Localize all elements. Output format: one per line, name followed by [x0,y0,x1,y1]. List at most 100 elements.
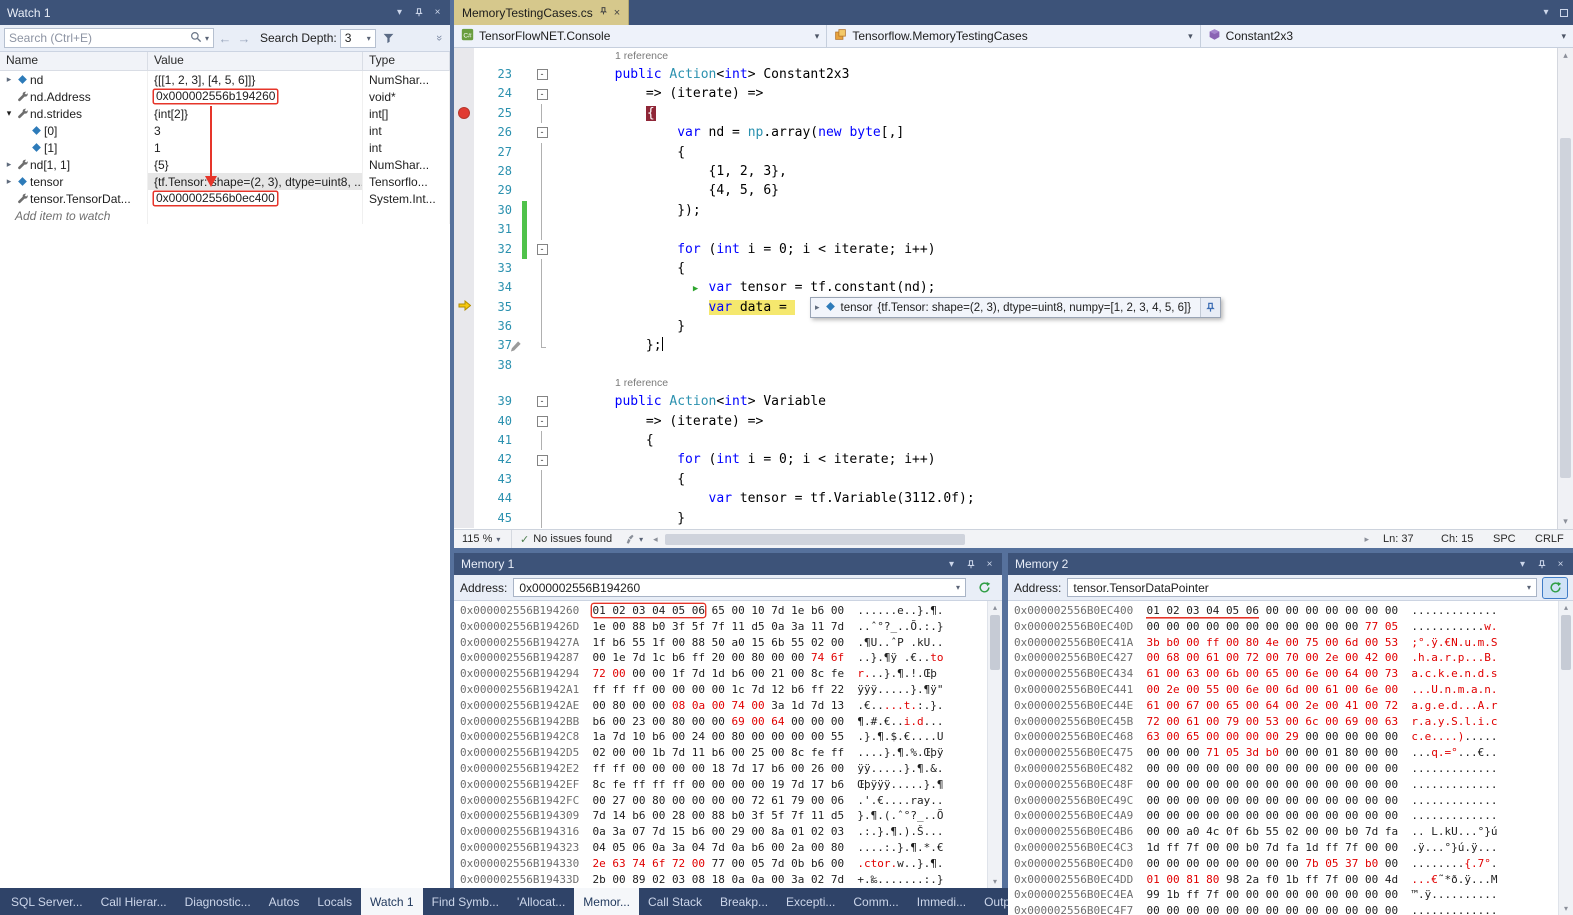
window-options-icon[interactable] [1555,0,1573,25]
code-text[interactable]: public Action<int> Variable [552,392,1557,411]
collapse-icon[interactable]: ▾ [3,108,15,119]
breakpoint-margin[interactable] [454,84,474,103]
outlining-margin[interactable] [532,181,552,200]
tool-window-tab[interactable]: Memor... [574,888,639,915]
method-dropdown[interactable]: Constant2x3 ▾ [1201,25,1573,47]
breakpoint-margin[interactable] [454,278,474,297]
memory-row[interactable]: 0x000002556B1942C8 1a 7d 10 b6 00 24 00 … [460,729,987,745]
watch-row[interactable]: ▸tensor{tf.Tensor: shape=(2, 3), dtype=u… [0,173,450,190]
code-text[interactable]: for (int i = 0; i < iterate; i++) [552,240,1557,259]
code-text[interactable]: { [552,431,1557,450]
watch-row[interactable]: nd.Address0x000002556b194260void* [0,88,450,105]
tool-window-tab[interactable]: SQL Server... [2,888,92,915]
memory-row[interactable]: 0x000002556B194330 2e 63 74 6f 72 00 77 … [460,856,987,872]
code-text[interactable]: => (iterate) => [552,84,1557,103]
chevron-down-icon[interactable]: ▾ [1527,583,1531,592]
scroll-left-icon[interactable]: ◂ [653,530,658,548]
memory-1-title-bar[interactable]: Memory 1 ▾ × [454,553,1002,575]
editor-vertical-scrollbar[interactable]: ▴ ▾ [1557,48,1573,529]
outlining-margin[interactable]: - [532,123,552,142]
pin-icon[interactable] [410,5,427,21]
watch-value-cell[interactable]: {[[1, 2, 3], [4, 5, 6]]} [148,71,363,88]
memory-row[interactable]: 0x000002556B0EC441 00 2e 00 55 00 6e 00 … [1014,682,1558,698]
code-text[interactable]: public Action<int> Constant2x3 [552,65,1557,84]
breakpoint-margin[interactable] [454,104,474,123]
watch-add-row[interactable]: Add item to watch [0,207,450,224]
scroll-down-icon[interactable]: ▾ [988,877,1002,886]
outlining-margin[interactable] [532,143,552,162]
watch-name-cell[interactable]: nd.Address [0,88,148,105]
window-menu-icon[interactable]: ▾ [391,5,408,21]
memory-row[interactable]: 0x000002556B194309 7d 14 b6 00 28 00 88 … [460,808,987,824]
project-dropdown[interactable]: C# TensorFlowNET.Console ▾ [454,25,827,47]
watch-value-cell[interactable]: 0x000002556b0ec400 [148,190,363,207]
outline-collapse-icon[interactable]: - [537,244,548,255]
watch-row[interactable]: ▾nd.strides{int[2]}int[] [0,105,450,122]
tool-window-tab[interactable]: Locals [308,888,361,915]
breakpoint-margin[interactable] [454,259,474,278]
memory-row[interactable]: 0x000002556B0EC4B6 00 00 a0 4c 0f 6b 55 … [1014,824,1558,840]
watch-name-cell[interactable]: [0] [0,122,148,139]
watch-name-cell[interactable]: ▾nd.strides [0,105,148,122]
memory-row[interactable]: 0x000002556B0EC400 01 02 03 04 05 06 00 … [1014,603,1558,619]
expand-icon[interactable]: ▸ [3,159,15,170]
refresh-icon[interactable] [1543,578,1567,598]
scroll-down-icon[interactable]: ▾ [1559,904,1573,913]
watch-value-cell[interactable]: 1 [148,139,363,156]
breakpoint-margin[interactable] [454,220,474,239]
editor-horizontal-scrollbar[interactable]: ◂ ▸ [649,530,1373,548]
breakpoint-margin[interactable] [454,123,474,142]
breakpoint-margin[interactable] [454,431,474,450]
watch-name-cell[interactable]: ▸tensor [0,173,148,190]
document-tab[interactable]: MemoryTestingCases.cs × [454,0,629,25]
scroll-up-icon[interactable]: ▴ [1558,50,1573,61]
breakpoint-margin[interactable] [454,489,474,508]
scroll-up-icon[interactable]: ▴ [988,603,1002,612]
codelens-references[interactable]: 1 reference [552,48,1557,65]
memory-2-grid[interactable]: 0x000002556B0EC400 01 02 03 04 05 06 00 … [1008,601,1558,915]
tool-window-tab[interactable]: Diagnostic... [176,888,260,915]
memory-row[interactable]: 0x000002556B194287 00 1e 7d 1c b6 ff 20 … [460,650,987,666]
code-text[interactable]: var tensor = tf.Variable(3112.0f); [552,489,1557,508]
breakpoint-margin[interactable] [454,336,474,355]
breakpoint-margin[interactable] [454,509,474,528]
scrollbar-thumb[interactable] [990,615,1000,670]
watch-row[interactable]: ▸nd{[[1, 2, 3], [4, 5, 6]]}NumShar... [0,71,450,88]
breakpoint-margin[interactable] [454,470,474,489]
codelens-references[interactable]: 1 reference [552,375,1557,392]
breakpoint-margin[interactable] [454,298,474,317]
watch-value-cell[interactable]: 0x000002556b194260 [148,88,363,105]
pin-icon[interactable] [599,6,608,19]
memory-row[interactable]: 0x000002556B0EC4EA 99 1b ff 7f 00 00 00 … [1014,887,1558,903]
memory-row[interactable]: 0x000002556B1942D5 02 00 00 1b 7d 11 b6 … [460,745,987,761]
breakpoint-margin[interactable] [454,392,474,411]
watch-value-cell[interactable] [148,207,363,224]
watch-name-cell[interactable]: Add item to watch [0,207,148,224]
close-icon[interactable]: × [981,556,998,572]
tool-window-tab[interactable]: Excepti... [777,888,844,915]
watch-title-bar[interactable]: Watch 1 ▾ × [0,0,450,25]
memory-1-scrollbar[interactable]: ▴ ▾ [987,601,1002,888]
tab-list-icon[interactable]: ▾ [1537,0,1555,25]
column-header-value[interactable]: Value [148,52,363,70]
address-input[interactable]: tensor.TensorDataPointer ▾ [1067,578,1537,597]
tool-window-tab[interactable]: Breakp... [711,888,777,915]
outlining-margin[interactable] [532,220,552,239]
code-text[interactable]: { [552,470,1557,489]
breakpoint-margin[interactable] [454,162,474,181]
search-depth-select[interactable]: 3 ▾ [340,29,376,48]
watch-row[interactable]: [1]1int [0,139,450,156]
code-text[interactable]: { [552,259,1557,278]
outlining-margin[interactable] [532,162,552,181]
issues-indicator[interactable]: ✓ No issues found [512,533,620,546]
watch-row[interactable]: tensor.TensorDat...0x000002556b0ec400Sys… [0,190,450,207]
breakpoint-margin[interactable] [454,356,474,375]
breakpoint-margin[interactable] [454,65,474,84]
outlining-margin[interactable] [532,317,552,336]
memory-2-title-bar[interactable]: Memory 2 ▾ × [1008,553,1573,575]
refresh-icon[interactable] [972,578,996,598]
scroll-up-icon[interactable]: ▴ [1559,603,1573,612]
breakpoint-margin[interactable] [454,201,474,220]
memory-row[interactable]: 0x000002556B0EC468 63 00 65 00 00 00 00 … [1014,729,1558,745]
address-input[interactable]: 0x000002556B194260 ▾ [513,578,966,597]
